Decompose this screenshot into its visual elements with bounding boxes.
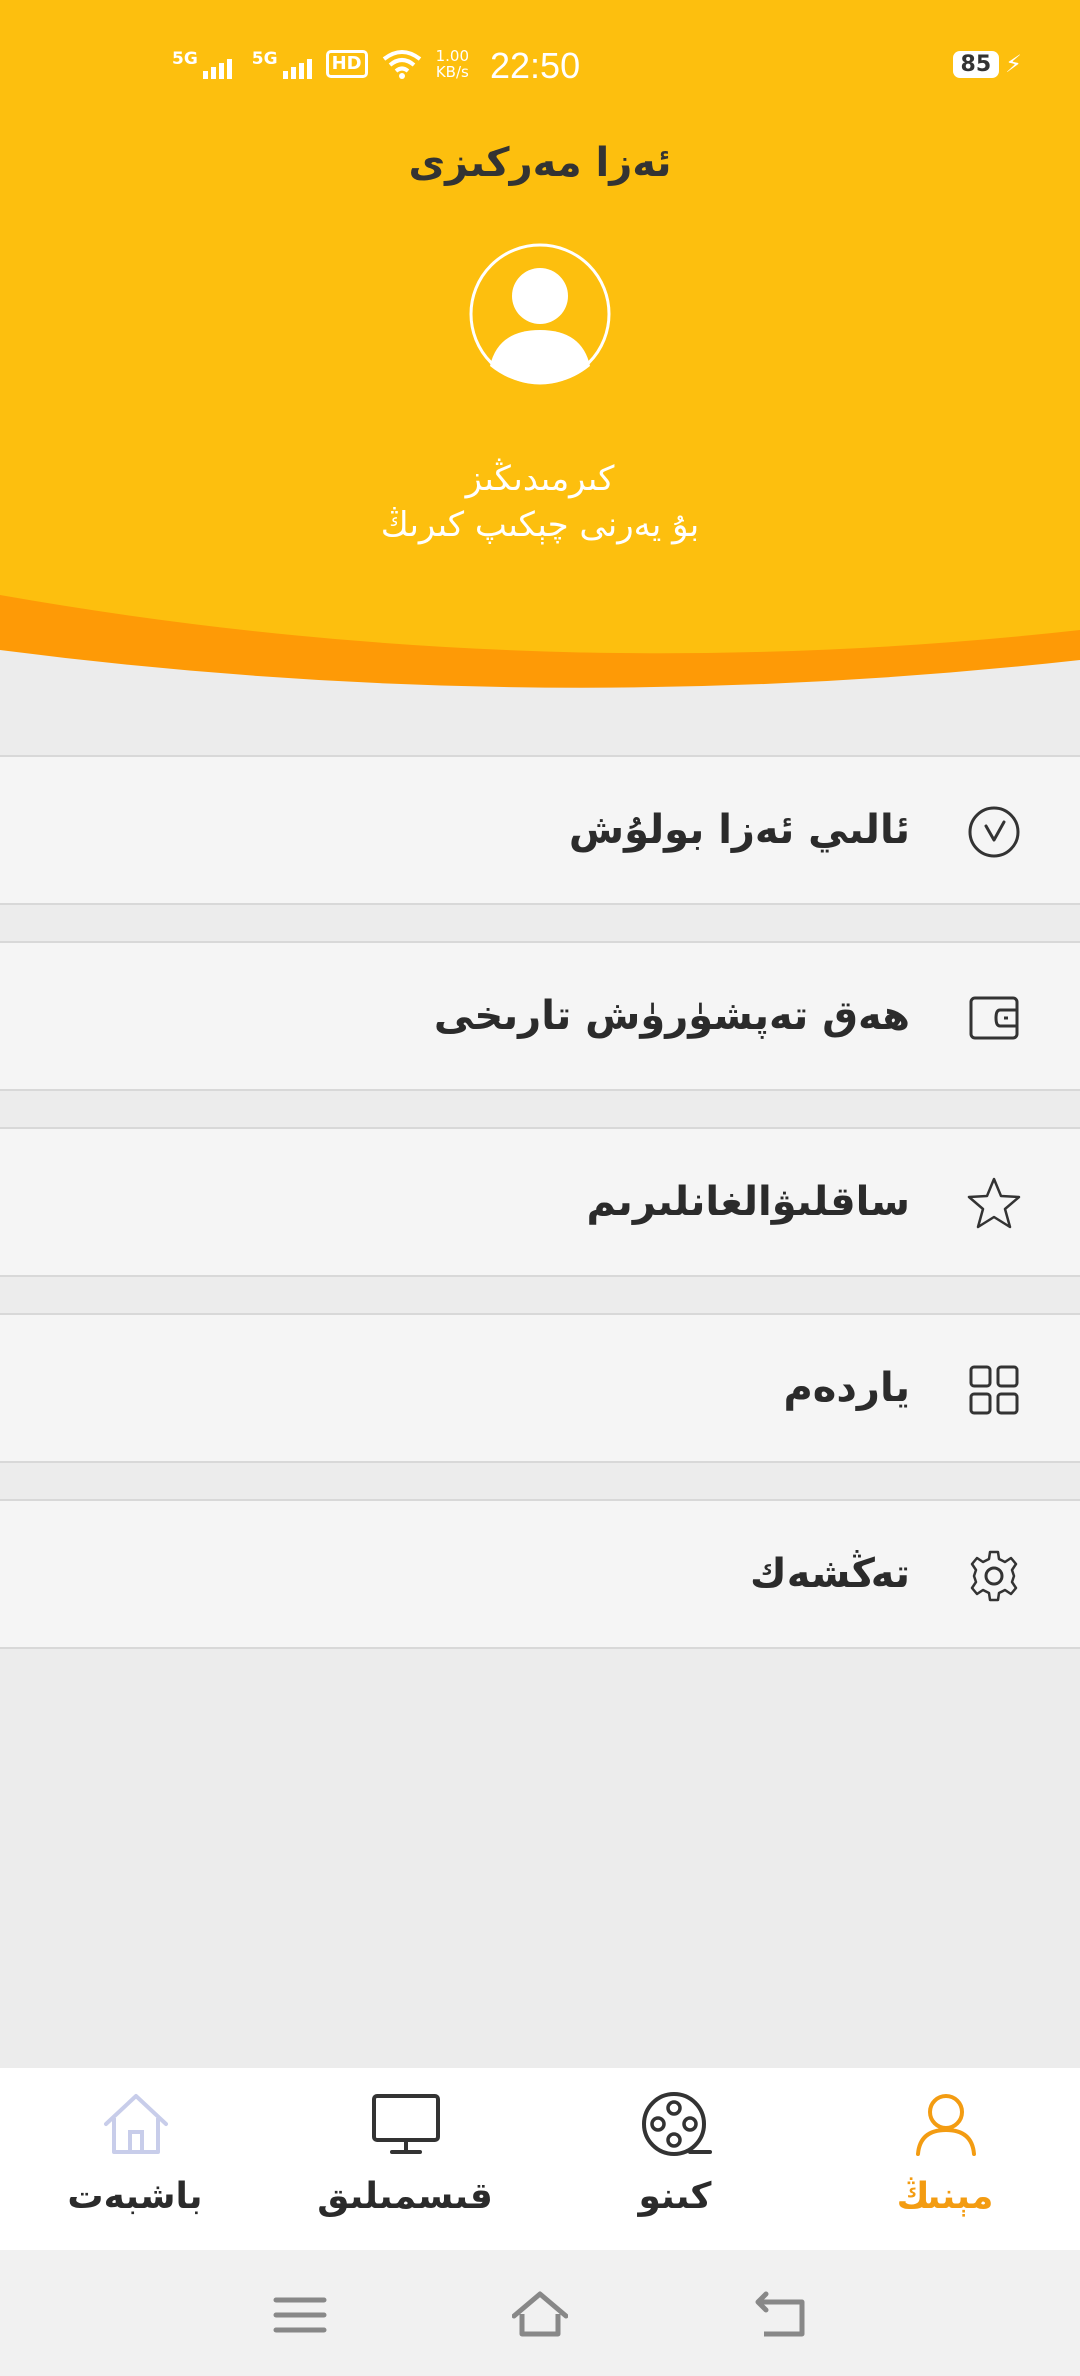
star-icon [967, 1177, 1021, 1229]
tab-label: باشبەت [67, 2176, 203, 2217]
home-button-icon[interactable] [512, 2290, 568, 2340]
wallet-icon [969, 996, 1019, 1040]
home-icon [104, 2094, 168, 2154]
charging-icon: ⚡ [1005, 50, 1022, 78]
tv-icon [372, 2094, 440, 2154]
login-prompt[interactable]: كىرمىدىڭىز بۇ يەرنى چېكىپ كىرىڭ [0, 456, 1080, 548]
tab-label: كىنو [638, 2176, 712, 2217]
wifi-icon [382, 50, 421, 79]
login-status-text: كىرمىدىڭىز [465, 459, 615, 499]
system-navigation-bar [0, 2250, 1080, 2376]
menu-item-vip[interactable]: ئالىي ئەزا بولۇش [0, 755, 1080, 905]
vip-badge-icon [968, 806, 1020, 858]
cellular-signal-icon: 5G [172, 49, 232, 79]
menu-item-settings[interactable]: تەڭشەك [0, 1499, 1080, 1649]
clock: 22:50 [490, 45, 581, 86]
menu-item-payment-history[interactable]: ھەق تەپشۈرۈش تارىخى [0, 941, 1080, 1091]
battery-level: 85 [952, 50, 1000, 78]
menu-item-help[interactable]: ياردەم [0, 1313, 1080, 1463]
menu-item-label: ھەق تەپشۈرۈش تارىخى [433, 993, 910, 1039]
network-speed: 1.00 KB/s [435, 47, 470, 81]
avatar[interactable] [468, 242, 612, 386]
menu-item-label: تەڭشەك [750, 1551, 910, 1597]
profile-header: 5G 5G HD 1.00 KB/s 22:50 85 ⚡ ئەزا مەركى… [0, 0, 1080, 700]
cellular-signal-icon-2: 5G [252, 49, 312, 79]
gear-icon [970, 1550, 1018, 1602]
user-icon [916, 2094, 976, 2156]
page-title: ئەزا مەركىزى [408, 140, 672, 186]
tab-label: قىسمىلىق [317, 2176, 493, 2217]
hd-voice-icon: HD [325, 50, 368, 78]
back-icon[interactable] [752, 2290, 808, 2340]
tab-label: مېنىڭ [896, 2176, 994, 2217]
menu-item-label: ساقلىۋالغانلىرىم [586, 1179, 910, 1225]
tab-mine[interactable]: مېنىڭ [810, 2068, 1080, 2250]
menu-item-favorites[interactable]: ساقلىۋالغانلىرىم [0, 1127, 1080, 1277]
profile-menu: ئالىي ئەزا بولۇش ھەق تەپشۈرۈش تارىخى ساق… [0, 755, 1080, 1685]
tab-movies[interactable]: كىنو [540, 2068, 810, 2250]
battery-indicator: 85 ⚡ [952, 50, 1022, 78]
tab-series[interactable]: قىسمىلىق [270, 2068, 540, 2250]
status-bar: 5G 5G HD 1.00 KB/s 22:50 85 ⚡ [0, 40, 1080, 100]
tab-home[interactable]: باشبەت [0, 2068, 270, 2250]
menu-item-label: ياردەم [783, 1365, 910, 1411]
grid-icon [969, 1365, 1019, 1415]
film-reel-icon [642, 2092, 712, 2156]
bottom-navigation: باشبەت قىسمىلىق كىنو مېنىڭ [0, 2068, 1080, 2250]
menu-icon[interactable] [272, 2290, 328, 2340]
login-hint-text: بۇ يەرنى چېكىپ كىرىڭ [380, 505, 700, 545]
menu-item-label: ئالىي ئەزا بولۇش [568, 807, 910, 853]
